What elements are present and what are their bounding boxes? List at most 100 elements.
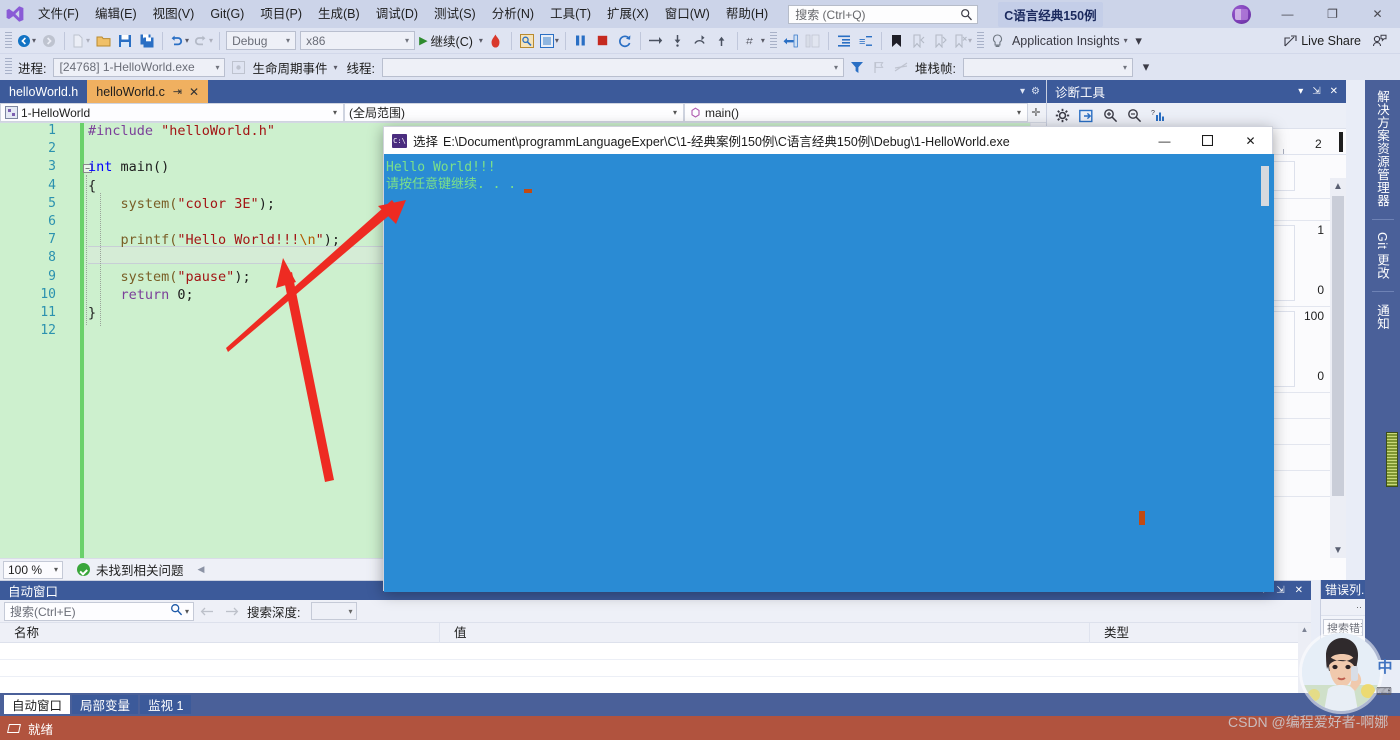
process-select[interactable]: [24768] 1-HelloWorld.exe ▾ bbox=[53, 57, 226, 77]
menu-item-debug[interactable]: 调试(D) bbox=[368, 2, 426, 26]
scope-select[interactable]: (全局范围) ▾ bbox=[344, 103, 684, 122]
live-share-button[interactable]: Live Share bbox=[1282, 30, 1368, 52]
close-icon[interactable]: ✕ bbox=[1330, 86, 1338, 97]
toolbar-grip[interactable] bbox=[5, 31, 12, 50]
tab-helloworld-h[interactable]: helloWorld.h bbox=[0, 80, 88, 103]
thread-select[interactable]: ▾ bbox=[382, 57, 844, 77]
continue-button[interactable]: ▶ 继续(C) ▾ bbox=[417, 30, 485, 52]
app-insights-label[interactable]: Application Insights bbox=[1009, 34, 1123, 48]
navigate-backward-button[interactable]: ▾ bbox=[15, 30, 38, 52]
table-row[interactable] bbox=[0, 677, 1311, 694]
autos-search-input[interactable]: 搜索(Ctrl+E) ▾ bbox=[4, 601, 194, 621]
chevron-down-icon[interactable]: ▾ bbox=[761, 36, 765, 45]
column-type[interactable]: 类型 bbox=[1090, 622, 1311, 643]
stack-frame-select[interactable]: ▾ bbox=[962, 57, 1133, 77]
rail-tab-git-changes[interactable]: Git 更改 bbox=[1373, 222, 1392, 289]
step-over-button[interactable] bbox=[645, 30, 667, 52]
chevron-down-icon[interactable]: ▾ bbox=[348, 607, 352, 616]
chart-icon[interactable]: ? bbox=[1147, 105, 1169, 127]
clear-bookmarks-button[interactable]: ▾ bbox=[952, 30, 974, 52]
console-vertical-scrollbar[interactable] bbox=[1259, 154, 1272, 592]
pin-icon[interactable]: ⇲ bbox=[1276, 585, 1284, 596]
uncomment-selection-button[interactable] bbox=[802, 30, 824, 52]
chevron-down-icon[interactable]: ▾ bbox=[968, 36, 972, 45]
chevron-down-icon[interactable]: ▾ bbox=[334, 63, 338, 72]
minimize-button[interactable]: — bbox=[1265, 0, 1310, 28]
decrease-indent-button[interactable]: ≡ bbox=[855, 30, 877, 52]
step-out-button[interactable] bbox=[689, 30, 711, 52]
column-value[interactable]: 值 bbox=[440, 622, 1090, 643]
break-all-button[interactable] bbox=[570, 30, 592, 52]
diagnostic-vertical-scrollbar[interactable]: ▲ ▼ bbox=[1330, 178, 1346, 558]
show-window-layout-button[interactable]: ▾ bbox=[538, 30, 561, 52]
step-into-button[interactable] bbox=[667, 30, 689, 52]
toggle-bookmark-button[interactable] bbox=[886, 30, 908, 52]
table-row[interactable] bbox=[0, 643, 1311, 660]
search-input[interactable]: 搜索 (Ctrl+Q) bbox=[788, 4, 979, 24]
scroll-down-icon[interactable]: ▼ bbox=[1330, 542, 1346, 558]
zoom-out-icon[interactable] bbox=[1123, 105, 1145, 127]
toolbar-grip[interactable] bbox=[5, 58, 12, 76]
bottom-tab-autos[interactable]: 自动窗口 bbox=[4, 695, 71, 714]
toolbar-grip[interactable] bbox=[976, 31, 984, 50]
zoom-in-icon[interactable] bbox=[1099, 105, 1121, 127]
redo-button[interactable]: ▾ bbox=[191, 30, 215, 52]
previous-bookmark-button[interactable] bbox=[908, 30, 930, 52]
toolbar-overflow-button[interactable]: ▾ bbox=[1128, 30, 1150, 52]
bottom-tab-watch-1[interactable]: 监视 1 bbox=[140, 695, 192, 714]
chevron-down-icon[interactable]: ▾ bbox=[555, 36, 559, 45]
flag-threads-button[interactable] bbox=[868, 56, 890, 78]
filter-threads-button[interactable] bbox=[846, 56, 868, 78]
hide-flagged-button[interactable] bbox=[890, 56, 912, 78]
step-up-button[interactable] bbox=[711, 30, 733, 52]
active-files-chevron-down-icon[interactable]: ▾ bbox=[1020, 86, 1025, 97]
menu-item-window[interactable]: 窗口(W) bbox=[657, 2, 718, 26]
bottom-tab-locals[interactable]: 局部变量 bbox=[72, 695, 139, 714]
pin-icon[interactable]: ⇥ bbox=[173, 85, 182, 98]
solution-configuration-select[interactable]: Debug ▾ bbox=[226, 31, 297, 50]
table-row[interactable] bbox=[0, 660, 1311, 677]
save-button[interactable] bbox=[114, 30, 136, 52]
save-all-button[interactable] bbox=[136, 30, 158, 52]
menu-item-build[interactable]: 生成(B) bbox=[310, 2, 368, 26]
zoom-level-select[interactable]: 100 % ▾ bbox=[3, 560, 63, 579]
menu-item-view[interactable]: 视图(V) bbox=[145, 2, 203, 26]
restart-button[interactable] bbox=[614, 30, 636, 52]
tab-helloworld-c[interactable]: helloWorld.c ⇥ ✕ bbox=[87, 80, 209, 103]
tab-strip-settings-icon[interactable]: ⚙ bbox=[1031, 86, 1040, 97]
rail-tab-solution-explorer[interactable]: 解决方案资源管理器 bbox=[1373, 80, 1392, 217]
chevron-down-icon[interactable]: ▾ bbox=[669, 108, 681, 117]
search-depth-select[interactable]: ▾ bbox=[311, 602, 358, 620]
menu-item-extensions[interactable]: 扩展(X) bbox=[599, 2, 657, 26]
chevron-down-icon[interactable]: ▾ bbox=[32, 36, 36, 45]
menu-item-project[interactable]: 项目(P) bbox=[252, 2, 310, 26]
chevron-down-icon[interactable]: ▾ bbox=[183, 607, 191, 616]
new-file-button[interactable]: ▾ bbox=[69, 30, 92, 52]
account-avatar-icon[interactable] bbox=[1232, 4, 1251, 24]
toolbar-overflow-icon[interactable]: ·· bbox=[1356, 602, 1362, 612]
console-maximize-button[interactable] bbox=[1186, 127, 1229, 154]
feedback-icon[interactable] bbox=[1368, 30, 1390, 52]
toolbar-grip[interactable] bbox=[769, 31, 777, 50]
scrollbar-thumb[interactable] bbox=[1332, 196, 1344, 496]
console-title-bar[interactable]: C:\ 选择 E:\Document\programmLanguageExper… bbox=[384, 127, 1272, 154]
column-name[interactable]: 名称 bbox=[0, 622, 440, 643]
chevron-down-icon[interactable]: ▾ bbox=[479, 36, 483, 45]
panel-menu-chevron-down-icon[interactable]: ▾ bbox=[1298, 86, 1303, 97]
arrow-right-icon[interactable] bbox=[220, 600, 242, 622]
console-close-button[interactable]: ✕ bbox=[1229, 127, 1272, 154]
pin-icon[interactable]: ⇲ bbox=[1312, 86, 1320, 97]
chevron-down-icon[interactable]: ▾ bbox=[831, 63, 841, 72]
menu-item-file[interactable]: 文件(F) bbox=[30, 2, 87, 26]
chevron-down-icon[interactable]: ▾ bbox=[1013, 108, 1025, 117]
chevron-down-icon[interactable]: ▾ bbox=[86, 36, 90, 45]
console-window[interactable]: C:\ 选择 E:\Document\programmLanguageExper… bbox=[383, 126, 1274, 592]
error-list-title[interactable]: 错误列... bbox=[1321, 580, 1365, 599]
previous-issue-icon[interactable]: ◀ bbox=[198, 564, 205, 575]
arrow-left-icon[interactable] bbox=[196, 600, 218, 622]
chevron-down-icon[interactable]: ▾ bbox=[329, 108, 341, 117]
gear-icon[interactable] bbox=[1051, 105, 1073, 127]
increase-indent-button[interactable] bbox=[833, 30, 855, 52]
open-file-button[interactable] bbox=[92, 30, 114, 52]
scroll-up-icon[interactable]: ▲ bbox=[1298, 623, 1311, 636]
